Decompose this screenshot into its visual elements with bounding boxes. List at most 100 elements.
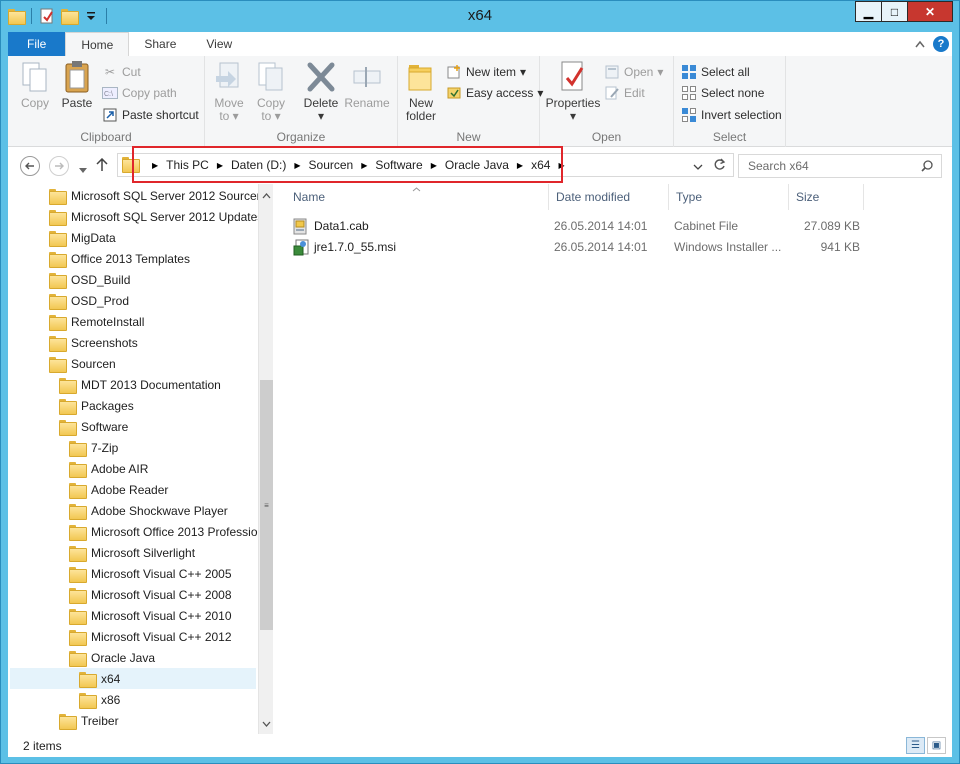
tree-item-label: x64 (101, 671, 121, 686)
column-header-date-modified[interactable]: Date modified (549, 184, 669, 210)
move-to-button[interactable]: Move to ▾ (212, 60, 246, 123)
select-all-button[interactable]: Select all (681, 64, 750, 80)
scroll-up-arrow-icon[interactable] (262, 188, 271, 202)
tree-item[interactable]: OSD_Build (49, 269, 130, 290)
tab-share[interactable]: Share (129, 32, 191, 56)
new-item-icon (446, 64, 462, 80)
folder-icon (79, 692, 97, 709)
tab-home[interactable]: Home (65, 32, 130, 56)
tree-item[interactable]: MDT 2013 Documentation (59, 374, 221, 395)
file-row-jre-msi[interactable]: jre1.7.0_55.msi 26.05.2014 14:01 Windows… (293, 237, 863, 258)
minimize-button[interactable]: ▁ (855, 1, 882, 22)
new-item-button[interactable]: New item ▾ (446, 64, 526, 80)
recent-locations-icon[interactable] (79, 163, 87, 177)
tree-item-label: Adobe Shockwave Player (91, 503, 228, 518)
copy-label: Copy (20, 96, 49, 110)
new-folder-button[interactable]: New folder (404, 60, 438, 123)
open-button[interactable]: Open ▾ (604, 64, 663, 80)
tree-item[interactable]: Microsoft SQL Server 2012 Updates (49, 206, 258, 227)
copy-to-button[interactable]: Copy to ▾ (254, 60, 288, 123)
large-icons-view-icon[interactable]: ▣ (927, 737, 946, 754)
scroll-thumb[interactable]: ≡ (260, 380, 273, 630)
tree-item[interactable]: RemoteInstall (49, 311, 144, 332)
tab-view[interactable]: View (191, 32, 247, 56)
ribbon-tabs: File Home Share View ? (8, 32, 952, 56)
folder-icon (69, 545, 87, 562)
delete-dropdown-icon: ▾ (317, 109, 325, 123)
copy-path-icon: C:\ (102, 85, 118, 101)
tree-item-label: x86 (101, 692, 121, 707)
rename-icon (351, 60, 383, 94)
copy-path-label: Copy path (122, 86, 177, 100)
file-row-data1-cab[interactable]: Data1.cab 26.05.2014 14:01 Cabinet File … (293, 216, 863, 237)
paste-shortcut-button[interactable]: Paste shortcut (102, 107, 199, 123)
column-header-type[interactable]: Type (669, 184, 789, 210)
tree-item[interactable]: OSD_Prod (49, 290, 129, 311)
folder-icon (69, 629, 87, 646)
easy-access-button[interactable]: Easy access ▾ (446, 85, 543, 101)
tree-item[interactable]: Microsoft Visual C++ 2008 (69, 584, 232, 605)
search-input[interactable]: Search x64 (738, 154, 942, 178)
select-none-button[interactable]: Select none (681, 85, 764, 101)
up-arrow-icon[interactable] (96, 157, 108, 175)
chevron-up-icon[interactable] (915, 37, 925, 51)
column-header-name[interactable]: Name (286, 184, 549, 210)
folder-icon (69, 650, 87, 667)
organize-group: Move to ▾ Copy to ▾ Delete ▾ Rename Orga… (205, 56, 398, 147)
new-item-dropdown-icon: ▾ (520, 65, 527, 79)
delete-button[interactable]: Delete ▾ (303, 60, 339, 123)
tree-item-label: Microsoft Visual C++ 2012 (91, 629, 232, 644)
invert-selection-button[interactable]: Invert selection (681, 107, 782, 123)
paste-shortcut-label: Paste shortcut (122, 108, 199, 122)
tree-item[interactable]: Adobe AIR (69, 458, 148, 479)
address-history-chevron-icon[interactable] (693, 160, 703, 174)
tree-item[interactable]: 7-Zip (69, 437, 118, 458)
ribbon-controls: ? (915, 32, 952, 56)
tree-item[interactable]: x64 (10, 668, 256, 689)
file-size: 27.089 KB (803, 219, 860, 233)
properties-button[interactable]: Properties ▾ (546, 60, 600, 123)
copy-button[interactable]: Copy (18, 60, 52, 110)
tree-item[interactable]: Treiber (59, 710, 119, 731)
tree-item-label: MDT 2013 Documentation (81, 377, 221, 392)
tree-item[interactable]: Microsoft Office 2013 Profession (69, 521, 258, 542)
tree-item[interactable]: Adobe Reader (69, 479, 168, 500)
tree-item[interactable]: Oracle Java (69, 647, 155, 668)
column-header-size[interactable]: Size (789, 184, 864, 210)
folder-icon (49, 251, 67, 268)
nav-pane-scrollbar[interactable]: ≡ (258, 184, 273, 734)
tree-item[interactable]: Adobe Shockwave Player (69, 500, 228, 521)
back-button[interactable] (20, 156, 40, 176)
tree-item[interactable]: Microsoft Visual C++ 2012 (69, 626, 232, 647)
refresh-icon[interactable] (713, 158, 726, 174)
help-icon[interactable]: ? (933, 36, 949, 52)
tree-item[interactable]: Sourcen (49, 353, 116, 374)
paste-button[interactable]: Paste (60, 60, 94, 110)
details-view-icon[interactable]: ☰ (906, 737, 925, 754)
maximize-button[interactable]: □ (881, 1, 908, 22)
tree-item[interactable]: Office 2013 Templates (49, 248, 190, 269)
tree-item[interactable]: Packages (59, 395, 134, 416)
close-button[interactable]: ✕ (907, 1, 953, 22)
scroll-down-arrow-icon[interactable] (262, 716, 271, 730)
tree-item[interactable]: x86 (79, 689, 120, 710)
tree-item[interactable]: Software (59, 416, 128, 437)
search-icon[interactable] (921, 160, 933, 175)
highlight-annotation (132, 146, 563, 183)
folder-icon (49, 188, 67, 205)
forward-button[interactable] (49, 156, 69, 176)
copy-path-button[interactable]: C:\ Copy path (102, 85, 177, 101)
edit-button[interactable]: Edit (604, 85, 645, 101)
tree-item[interactable]: Microsoft Silverlight (69, 542, 195, 563)
tree-item[interactable]: MigData (49, 227, 116, 248)
rename-button[interactable]: Rename (344, 60, 390, 110)
cut-button[interactable]: ✂ Cut (102, 64, 141, 80)
select-group: Select all Select none Invert selection … (674, 56, 786, 147)
tree-item[interactable]: Microsoft Visual C++ 2010 (69, 605, 232, 626)
tree-item[interactable]: Microsoft SQL Server 2012 Sourcen (49, 185, 258, 206)
tree-item[interactable]: Microsoft Visual C++ 2005 (69, 563, 232, 584)
tab-file[interactable]: File (8, 32, 66, 56)
installer-file-icon (293, 239, 310, 259)
open-group-label: Open (591, 130, 622, 144)
tree-item[interactable]: Screenshots (49, 332, 138, 353)
